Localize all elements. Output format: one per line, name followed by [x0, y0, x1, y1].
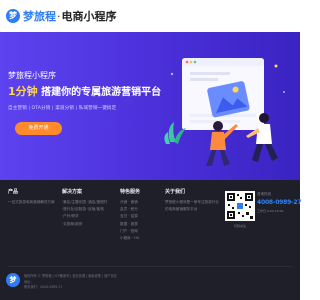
- footer-col-about: 关于我们 梦旅程小程序是一家专注旅游行业 的电商营销服务平台: [165, 188, 219, 214]
- hero-banner: 梦旅程小程序 1分钟 搭建你的专属旅游营销平台 自主营销 | OTA分销 | 渠…: [0, 32, 300, 180]
- footer-link[interactable]: 小程序 · H5: [120, 236, 140, 243]
- footer-link[interactable]: ·文旅局/政府: [62, 222, 107, 229]
- footer-logo-letter: 梦: [9, 276, 17, 284]
- footer-col-services: 特色服务 分销 · 营销 会员 · 积分 支付 · 结算 数据 · 报表 门户 …: [120, 188, 140, 243]
- hero-headline-highlight: 1分钟: [8, 85, 38, 98]
- site-header: 梦 梦旅程 · 电商小程序: [0, 0, 300, 32]
- logo-mark-letter: 梦: [9, 11, 17, 20]
- hero-feature-tags: 自主营销 | OTA分销 | 渠道分销 | 私域营销一键搞定: [8, 106, 117, 111]
- logo-icon[interactable]: 梦: [6, 9, 20, 23]
- footer-link[interactable]: 支付 · 结算: [120, 214, 140, 221]
- footer-col-product: 产品 一站式旅游电商营销解决方案: [8, 188, 55, 207]
- qr-code-icon: [225, 191, 255, 221]
- footer-col-title: 特色服务: [120, 189, 141, 195]
- footer-legal-line: 联系我们：4008-0989-27: [24, 285, 63, 289]
- hero-brand-line: 梦旅程小程序: [8, 71, 56, 80]
- hero-headline-text: 搭建你的专属旅游营销平台: [37, 87, 162, 98]
- footer-link[interactable]: 的电商营销服务平台: [165, 207, 219, 214]
- brand-name[interactable]: 梦旅程: [23, 8, 56, 24]
- contact-block: 咨询热线 4008-0989-27 工作日 9:00-18:00: [257, 192, 302, 213]
- contact-phone[interactable]: 4008-0989-27: [257, 199, 302, 206]
- footer-col-solutions: 解决方案 ·景区/主题乐园 ·酒店/度假村 ·旅行社/定制游 ·民宿/客栈 ·户…: [62, 188, 107, 229]
- footer-col-title: 产品: [8, 189, 19, 195]
- contact-hours: 工作日 9:00-18:00: [257, 209, 284, 213]
- brand-separator: ·: [57, 9, 61, 23]
- footer-link[interactable]: 门户 · 官网: [120, 229, 140, 236]
- brand-subtitle: 电商小程序: [61, 10, 117, 23]
- footer-divider: [8, 266, 292, 267]
- footer-col-title: 关于我们: [165, 189, 186, 195]
- qr-caption: 扫码关注: [233, 224, 246, 228]
- contact-label: 咨询热线: [257, 192, 271, 196]
- site-footer: 产品 一站式旅游电商营销解决方案 解决方案 ·景区/主题乐园 ·酒店/度假村 ·…: [0, 180, 302, 300]
- footer-logo-icon: 梦: [6, 273, 20, 287]
- footer-col-title: 解决方案: [62, 189, 83, 195]
- footer-link[interactable]: 一站式旅游电商营销解决方案: [8, 200, 55, 207]
- footer-legal: 版权所有 © 梦旅程 | ICP备案号 | 营业执照 | 隐私政策 | 用户协议…: [24, 273, 294, 290]
- hero-headline: 1分钟 搭建你的专属旅游营销平台: [8, 83, 161, 99]
- footer-link[interactable]: 数据 · 报表: [120, 222, 140, 229]
- free-signup-button[interactable]: 免费开通: [15, 122, 62, 135]
- hero-illustration: [164, 58, 285, 166]
- footer-link[interactable]: ·户外/研学: [62, 214, 107, 221]
